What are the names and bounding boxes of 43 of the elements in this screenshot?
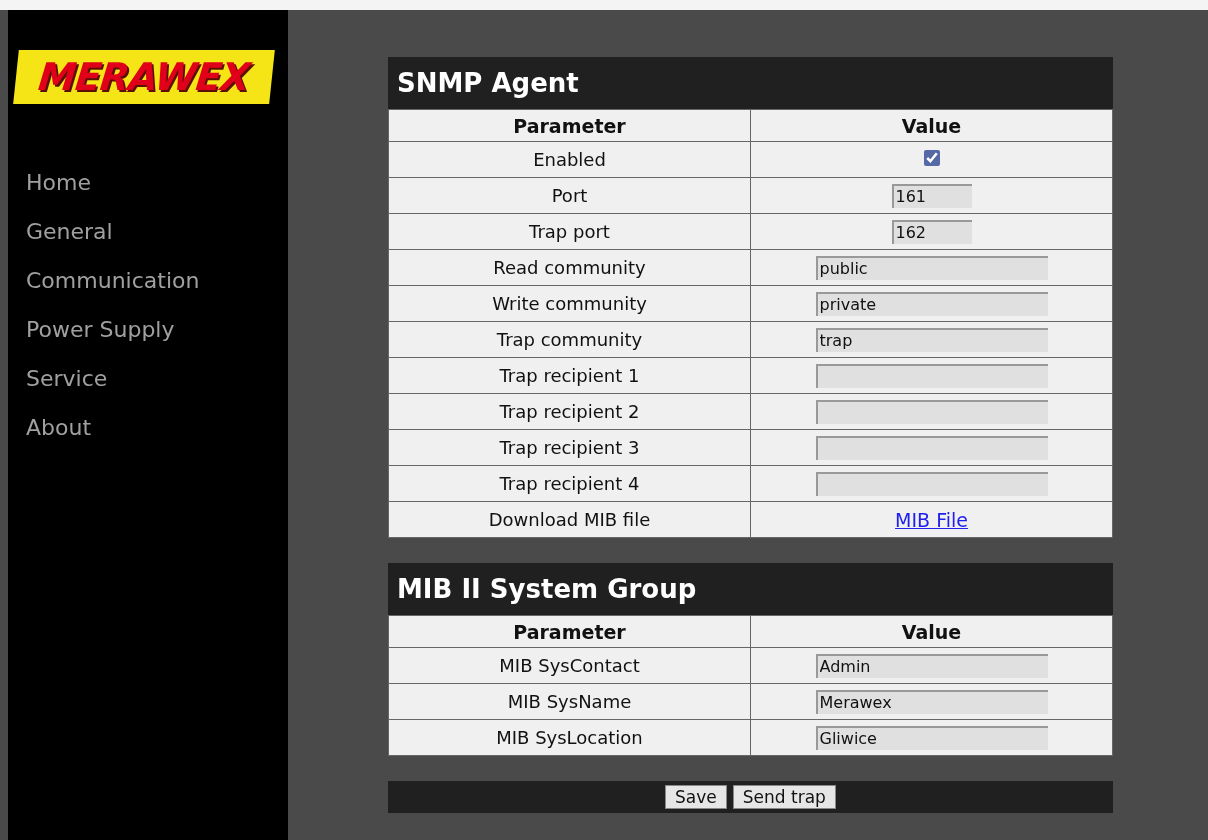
table-cell: Trap port (388, 213, 751, 250)
table-cell: MIB SysLocation (388, 719, 751, 756)
table-cell: Port (388, 177, 751, 214)
input-field[interactable]: private (815, 291, 1048, 316)
table-cell: Trap recipient 1 (388, 357, 751, 394)
input-field[interactable] (815, 363, 1048, 388)
column-header: Parameter (388, 109, 751, 142)
column-header: Value (750, 615, 1113, 648)
input-field[interactable] (815, 435, 1048, 460)
input-field[interactable] (815, 471, 1048, 496)
nav-link[interactable]: Service (26, 366, 108, 392)
table-cell: Trap recipient 4 (388, 465, 751, 502)
table-cell: Enabled (388, 141, 751, 178)
action-button[interactable]: Send trap (732, 785, 836, 809)
section-title: MIB II System Group (388, 563, 1113, 615)
column-header: Value (750, 109, 1113, 142)
nav-link[interactable]: General (26, 219, 113, 245)
logo: MERAWEX (13, 50, 275, 104)
column-header: Parameter (388, 615, 751, 648)
nav-link[interactable]: Home (26, 170, 91, 196)
table-cell: Write community (388, 285, 751, 322)
nav-link[interactable]: Communication (26, 268, 200, 294)
table-cell: Trap community (388, 321, 751, 358)
download-link[interactable]: MIB File (895, 508, 968, 531)
input-field[interactable]: Admin (815, 653, 1048, 678)
table-cell: MIB SysName (388, 683, 751, 720)
input-field[interactable]: trap (815, 327, 1048, 352)
input-field[interactable] (815, 399, 1048, 424)
action-button[interactable]: Save (665, 785, 727, 809)
input-field[interactable]: Merawex (815, 689, 1048, 714)
table-cell: Trap recipient 2 (388, 393, 751, 430)
table-cell: Read community (388, 249, 751, 286)
input-field[interactable]: Gliwice (815, 725, 1048, 750)
table-cell: MIB SysContact (388, 647, 751, 684)
section-title: SNMP Agent (388, 57, 1113, 109)
input-field[interactable]: 162 (891, 219, 972, 244)
nav-link[interactable]: About (26, 415, 92, 441)
input-field[interactable]: 161 (891, 183, 972, 208)
checkbox[interactable] (923, 150, 940, 166)
nav-link[interactable]: Power Supply (26, 317, 175, 343)
table-cell: Trap recipient 3 (388, 429, 751, 466)
table-cell: Download MIB file (388, 501, 751, 538)
input-field[interactable]: public (815, 255, 1048, 280)
